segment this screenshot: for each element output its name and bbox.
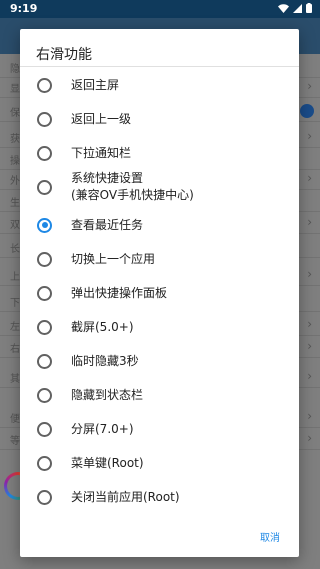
radio-option-label: 临时隐藏3秒 — [71, 353, 139, 368]
background-row-label: 等 — [10, 436, 20, 447]
radio-button[interactable] — [37, 319, 52, 335]
background-row-label: 便 — [10, 414, 20, 425]
radio-button[interactable] — [37, 489, 52, 505]
background-row-label: 下 — [10, 298, 20, 309]
radio-option[interactable]: 返回主屏 — [20, 68, 299, 102]
radio-option-label: 弹出快捷操作面板 — [71, 285, 168, 300]
chevron-right-icon: › — [307, 129, 312, 143]
radio-option[interactable]: 系统快捷设置 (兼容OV手机快捷中心) — [20, 170, 299, 204]
background-row-label: 隐 — [10, 64, 20, 75]
chevron-right-icon: › — [307, 369, 312, 383]
cancel-button[interactable]: 取消 — [260, 529, 280, 544]
radio-button[interactable] — [37, 251, 52, 267]
radio-option-label: 切换上一个应用 — [71, 251, 156, 266]
chevron-right-icon: › — [307, 317, 312, 331]
radio-option-label: 关闭当前应用(Root) — [71, 489, 180, 504]
background-row-label: 双 — [10, 220, 20, 231]
wifi-icon — [278, 3, 289, 13]
radio-option[interactable]: 切换上一个应用 — [20, 242, 299, 276]
radio-button[interactable] — [37, 145, 52, 161]
background-row-label: 左 — [10, 322, 20, 333]
dialog-divider — [20, 66, 299, 67]
chevron-right-icon: › — [307, 79, 312, 93]
radio-option[interactable]: 弹出快捷操作面板 — [20, 276, 299, 310]
radio-option-label-line: 系统快捷设置 — [71, 171, 144, 185]
radio-option-label: 菜单键(Root) — [71, 455, 144, 470]
radio-option[interactable]: 关闭当前应用(Root) — [20, 480, 299, 514]
background-row-label: 生 — [10, 198, 20, 209]
swipe-right-dialog: 右滑功能 返回主屏返回上一级下拉通知栏系统快捷设置 (兼容OV手机快捷中心) 查看最… — [20, 29, 299, 557]
radio-option[interactable]: 查看最近任务 — [20, 208, 299, 242]
background-row-label: 上 — [10, 272, 20, 283]
radio-option-label: 返回上一级 — [71, 111, 132, 126]
radio-option[interactable]: 返回上一级 — [20, 102, 299, 136]
chevron-right-icon: › — [307, 267, 312, 281]
battery-icon — [306, 3, 312, 13]
radio-option-label: 下拉通知栏 — [71, 145, 132, 160]
radio-button[interactable] — [37, 353, 52, 369]
radio-button[interactable] — [37, 387, 52, 403]
chevron-right-icon: › — [307, 339, 312, 353]
background-row-label: 长 — [10, 244, 20, 255]
background-row-label: 保 — [10, 108, 20, 119]
radio-option-label: 查看最近任务 — [71, 217, 144, 232]
radio-button[interactable] — [37, 77, 52, 93]
dialog-title: 右滑功能 — [36, 47, 92, 63]
background-row-label: 右 — [10, 344, 20, 355]
chevron-right-icon: › — [307, 431, 312, 445]
radio-option[interactable]: 隐藏到状态栏 — [20, 378, 299, 412]
status-bar: 9:19 — [0, 0, 320, 18]
status-icons — [278, 3, 312, 13]
radio-button[interactable] — [37, 111, 52, 127]
status-time: 9:19 — [10, 2, 38, 15]
chevron-right-icon: › — [307, 171, 312, 185]
radio-option-label: 返回主屏 — [71, 77, 120, 92]
background-row-label: 外 — [10, 176, 20, 187]
radio-option[interactable]: 分屏(7.0+) — [20, 412, 299, 446]
chevron-right-icon: › — [307, 215, 312, 229]
radio-option[interactable]: 临时隐藏3秒 — [20, 344, 299, 378]
radio-button[interactable] — [37, 285, 52, 301]
radio-option-label: 系统快捷设置 (兼容OV手机快捷中心) — [71, 170, 194, 204]
background-row-label: 操 — [10, 156, 20, 167]
radio-option-label: 隐藏到状态栏 — [71, 387, 144, 402]
radio-option-label: 分屏(7.0+) — [71, 421, 134, 436]
radio-button-checked[interactable] — [37, 217, 52, 233]
radio-button[interactable] — [37, 179, 52, 195]
radio-option[interactable]: 截屏(5.0+) — [20, 310, 299, 344]
background-row-label: 其 — [10, 374, 20, 385]
background-row-label: 显 — [10, 84, 20, 95]
radio-option-label-line: (兼容OV手机快捷中心) — [71, 188, 194, 202]
background-row-label: 获 — [10, 134, 20, 145]
radio-option[interactable]: 菜单键(Root) — [20, 446, 299, 480]
radio-option-label: 截屏(5.0+) — [71, 319, 134, 334]
radio-button[interactable] — [37, 455, 52, 471]
signal-icon — [293, 3, 302, 13]
radio-button[interactable] — [37, 421, 52, 437]
background-toggle — [300, 104, 314, 118]
chevron-right-icon: › — [307, 409, 312, 423]
radio-option[interactable]: 下拉通知栏 — [20, 136, 299, 170]
